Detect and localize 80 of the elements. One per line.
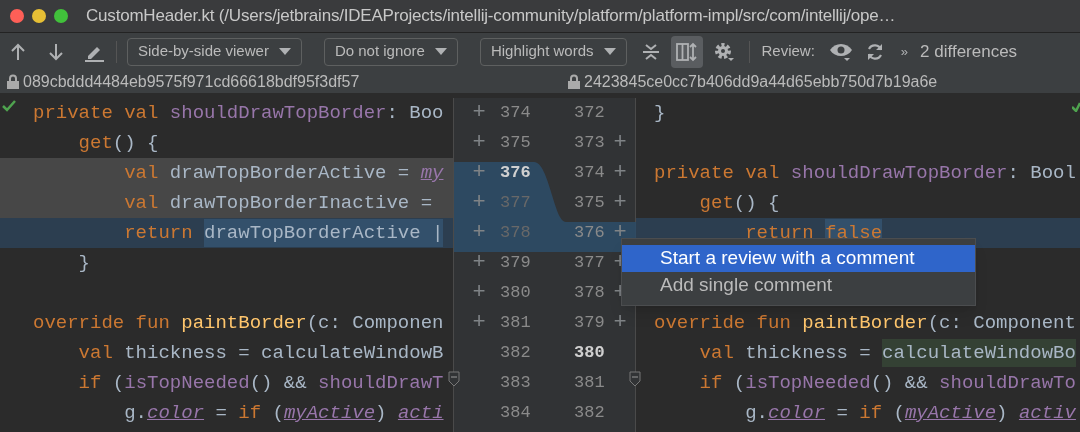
code-line: g.color = if (myActive) activ [744, 400, 1076, 426]
caret-icon [278, 47, 291, 56]
add-comment-button[interactable]: + [472, 131, 486, 155]
line-number: 382 [574, 402, 606, 425]
add-comment-button[interactable]: + [472, 281, 486, 305]
differences-count: 2 differences [920, 40, 1018, 63]
close-button[interactable] [10, 9, 24, 23]
line-number: 380 [500, 282, 532, 305]
code-line: private val shouldDrawTopBorder: Boo [33, 100, 444, 126]
columns-arrows-icon [675, 41, 698, 62]
code-line: override fun paintBorder(c: Componen [33, 310, 444, 336]
code-line: val drawTopBorderActive = my [123, 160, 444, 186]
line-number: 374 [574, 162, 606, 185]
line-number: 380 [574, 342, 606, 365]
line-number: 378 [574, 282, 606, 305]
line-number: 377 [500, 192, 532, 215]
line-number: 374 [500, 102, 532, 125]
fold-marker-icon[interactable] [629, 371, 641, 387]
add-comment-button[interactable]: + [472, 161, 486, 185]
collapse-icon[interactable] [640, 41, 661, 62]
add-comment-button[interactable]: + [613, 311, 627, 335]
add-comment-button[interactable]: + [613, 191, 627, 215]
add-comment-button[interactable]: + [472, 221, 486, 245]
maximize-button[interactable] [54, 9, 68, 23]
menu-item[interactable]: Start a review with a comment [622, 245, 975, 272]
up-arrow-icon[interactable] [10, 42, 26, 61]
line-number: 381 [574, 372, 606, 395]
line-number: 375 [574, 192, 606, 215]
add-comment-button[interactable]: + [613, 131, 627, 155]
line-number: 376 [500, 162, 532, 185]
line-number: 384 [500, 402, 532, 425]
line-number: 372 [574, 102, 606, 125]
line-number: 379 [500, 252, 532, 275]
dropdown[interactable]: Do not ignore [323, 37, 458, 66]
add-comment-button[interactable]: + [472, 311, 486, 335]
minimize-button[interactable] [32, 9, 46, 23]
code-line: val drawTopBorderInactive = [123, 190, 433, 216]
code-line: get() { [698, 190, 780, 216]
code-line: g.color = if (myActive) acti [123, 400, 444, 426]
line-number: 375 [500, 132, 532, 155]
code-line: } [654, 100, 666, 126]
add-comment-button[interactable]: + [613, 221, 627, 245]
code-line: if (isTopNeeded() && shouldDrawT [77, 370, 444, 396]
check-icon [2, 100, 16, 112]
fold-marker-icon[interactable] [448, 371, 460, 387]
lock-icon [7, 74, 19, 89]
more-chevron[interactable]: » [900, 41, 909, 62]
code-line: get() { [77, 130, 159, 156]
line-number: 377 [574, 252, 606, 275]
line-number: 376 [574, 222, 606, 245]
line-number: 382 [500, 342, 532, 365]
add-comment-button[interactable]: + [613, 161, 627, 185]
revision-hash: 089cbddd4484eb9575f971cd66618bdf95f3df57 [23, 71, 361, 92]
window-title: CustomHeader.kt (/Users/jetbrains/IDEAProjects/intellij-community/platform/platform-impl/src/com/intellij/ope… [86, 5, 896, 28]
add-comment-button[interactable]: + [472, 101, 486, 125]
code-line: private val shouldDrawTopBorder: Bool [654, 160, 1076, 186]
line-number: 381 [500, 312, 532, 335]
caret-icon [434, 47, 447, 56]
dropdown[interactable]: Highlight words [479, 37, 627, 66]
settings-icon[interactable] [712, 40, 735, 63]
menu-item[interactable]: Add single comment [622, 272, 975, 299]
line-number: 378 [500, 222, 532, 245]
code-line: val thickness = calculateWindowB [77, 340, 444, 366]
check-icon [1072, 102, 1080, 112]
down-arrow-icon[interactable] [48, 42, 64, 61]
line-number: 379 [574, 312, 606, 335]
revision-hash: 2423845ce0cc7b406dd9a44d65ebb750d7b19a6e [584, 71, 938, 92]
add-comment-button[interactable]: + [472, 191, 486, 215]
dropdown[interactable]: Side-by-side viewer [127, 37, 302, 66]
review-label: Review: [761, 41, 815, 62]
line-number: 383 [500, 372, 532, 395]
code-line: val thickness = calculateWindowBo [654, 338, 1076, 368]
code-line: if (isTopNeeded() && shouldDrawTo [698, 370, 1076, 396]
code-line: } [77, 250, 90, 276]
add-comment-button[interactable]: + [472, 251, 486, 275]
line-number: 373 [574, 132, 606, 155]
sync-scroll-toggle[interactable] [670, 35, 703, 68]
code-line: override fun paintBorder(c: Component [654, 310, 1076, 336]
caret-icon [603, 47, 616, 56]
lock-icon [568, 74, 580, 89]
